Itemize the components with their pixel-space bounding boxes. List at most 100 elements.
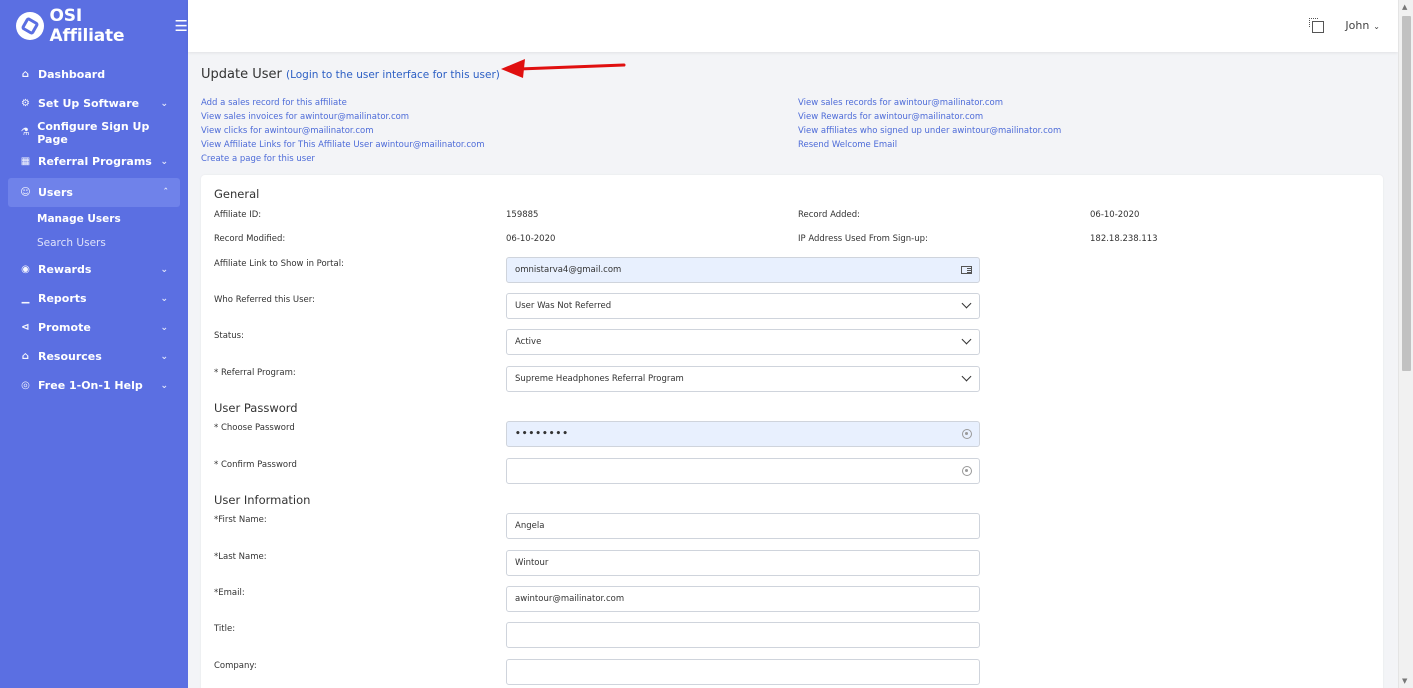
gift-icon: ▦ [20,156,31,167]
chevron-down-icon: ⌄ [160,156,168,167]
email-input[interactable]: awintour@mailinator.com [506,586,980,612]
chevron-down-icon: ⌄ [160,322,168,333]
affiliate-link-field[interactable]: omnistarva4@gmail.com [506,257,980,283]
logo-icon[interactable] [16,12,44,40]
sidebar-subitem-search-users[interactable]: Search Users [0,231,188,255]
last-name-label: *Last Name: [214,552,267,562]
sidebar-item-rewards[interactable]: ◉ Rewards ⌄ [0,255,188,284]
status-value: Active [515,337,542,347]
sidebar-item-users[interactable]: ☺ Users ˆ [8,178,180,207]
contact-card-icon[interactable] [961,266,972,274]
create-page-link[interactable]: Create a page for this user [201,152,485,166]
record-added-label: Record Added: [798,210,861,220]
sidebar-item-dashboard[interactable]: ⌂ Dashboard [0,60,188,89]
chevron-up-icon: ˆ [163,187,169,198]
bank-icon: ⌂ [21,351,30,362]
scrollbar[interactable]: ▲ ▼ [1398,0,1413,688]
login-as-user-link[interactable]: (Login to the user interface for this us… [286,69,500,81]
section-heading-general: General [214,187,260,201]
scroll-down-icon[interactable]: ▼ [1402,677,1407,685]
choose-password-input[interactable]: •••••••• [506,421,980,447]
sidebar-item-reports[interactable]: ▁ Reports ⌄ [0,284,188,313]
lifebuoy-icon: ◎ [21,380,30,391]
view-sales-records-link[interactable]: View sales records for awintour@mailinat… [798,96,1061,110]
view-affiliate-links-link[interactable]: View Affiliate Links for This Affiliate … [201,138,485,152]
sidebar-item-free-help[interactable]: ◎ Free 1-On-1 Help ⌄ [0,371,188,400]
scrollbar-thumb[interactable] [1402,16,1411,371]
sidebar-item-label: Dashboard [38,68,106,81]
title-input[interactable] [506,622,980,648]
sidebar-item-configure-sign-up-page[interactable]: ⚗ Configure Sign Up Page [0,118,188,147]
hamburger-icon[interactable]: ☰ [175,17,188,35]
last-name-input[interactable]: Wintour [506,550,980,576]
sidebar-nav: ⌂ Dashboard ⚙ Set Up Software ⌄ ⚗ Config… [0,60,188,400]
view-signed-up-affiliates-link[interactable]: View affiliates who signed up under awin… [798,124,1061,138]
referral-program-label: * Referral Program: [214,368,296,378]
sidebar-item-label: Free 1-On-1 Help [38,379,143,392]
referral-program-select[interactable]: Supreme Headphones Referral Program [506,366,980,392]
status-select[interactable]: Active [506,329,980,355]
share-icon: ⊲ [21,322,30,333]
chevron-down-icon: ⌄ [160,351,168,362]
record-modified-value: 06-10-2020 [506,234,556,244]
sidebar-item-label: Reports [38,292,87,305]
sidebar: OSI Affiliate ☰ ⌂ Dashboard ⚙ Set Up Sof… [0,0,188,688]
company-input[interactable] [506,659,980,685]
first-name-input[interactable]: Angela [506,513,980,539]
choose-password-label: * Choose Password [214,423,295,433]
password-manager-icon[interactable] [962,429,972,439]
red-arrow-annotation [501,59,626,78]
sidebar-item-label: Referral Programs [38,155,152,168]
email-value: awintour@mailinator.com [515,594,625,604]
sidebar-item-referral-programs[interactable]: ▦ Referral Programs ⌄ [0,147,188,176]
action-links-left: Add a sales record for this affiliate Vi… [201,96,485,166]
user-name: John [1345,19,1370,32]
page-title-text: Update User [201,67,282,82]
referral-program-value: Supreme Headphones Referral Program [515,374,684,384]
add-sales-record-link[interactable]: Add a sales record for this affiliate [201,96,485,110]
bar-chart-icon: ▁ [21,293,30,304]
ip-address-value: 182.18.238.113 [1090,234,1158,244]
password-value: •••••••• [515,429,570,439]
home-icon: ⌂ [21,69,30,80]
chevron-down-icon [961,298,972,309]
resend-welcome-email-link[interactable]: Resend Welcome Email [798,138,1061,152]
scroll-up-icon[interactable]: ▲ [1402,3,1407,11]
flask-icon: ⚗ [20,127,30,138]
user-menu[interactable]: John ⌄ [1345,19,1380,32]
confirm-password-input[interactable] [506,458,980,484]
fullscreen-icon[interactable] [1309,18,1324,33]
brand-name[interactable]: OSI Affiliate [50,6,161,46]
chevron-down-icon [961,371,972,382]
affiliate-link-label: Affiliate Link to Show in Portal: [214,259,344,269]
chevron-down-icon [961,334,972,345]
title-label: Title: [214,624,236,634]
sidebar-item-label: Users [38,186,73,199]
gear-icon: ⚙ [21,98,30,109]
chevron-down-icon: ⌄ [160,380,168,391]
affiliate-id-label: Affiliate ID: [214,210,262,220]
chevron-down-icon: ⌄ [160,98,168,109]
company-label: Company: [214,661,257,671]
referred-by-value: User Was Not Referred [515,301,612,311]
affiliate-link-value: omnistarva4@gmail.com [515,265,622,275]
affiliate-id-value: 159885 [506,210,539,220]
sidebar-subitem-manage-users[interactable]: Manage Users [0,207,188,231]
last-name-value: Wintour [515,558,549,568]
sidebar-item-label: Resources [38,350,102,363]
section-heading-user-info: User Information [214,493,311,507]
view-sales-invoices-link[interactable]: View sales invoices for awintour@mailina… [201,110,485,124]
section-heading-password: User Password [214,401,298,415]
sidebar-item-label: Promote [38,321,91,334]
password-manager-icon[interactable] [962,466,972,476]
sidebar-item-set-up-software[interactable]: ⚙ Set Up Software ⌄ [0,89,188,118]
action-links-right: View sales records for awintour@mailinat… [798,96,1061,152]
referred-by-select[interactable]: User Was Not Referred [506,293,980,319]
view-rewards-link[interactable]: View Rewards for awintour@mailinator.com [798,110,1061,124]
view-clicks-link[interactable]: View clicks for awintour@mailinator.com [201,124,485,138]
sidebar-item-resources[interactable]: ⌂ Resources ⌄ [0,342,188,371]
first-name-label: *First Name: [214,515,267,525]
sidebar-item-label: Set Up Software [38,97,140,110]
sidebar-item-promote[interactable]: ⊲ Promote ⌄ [0,313,188,342]
user-icon: ☺ [20,187,31,198]
